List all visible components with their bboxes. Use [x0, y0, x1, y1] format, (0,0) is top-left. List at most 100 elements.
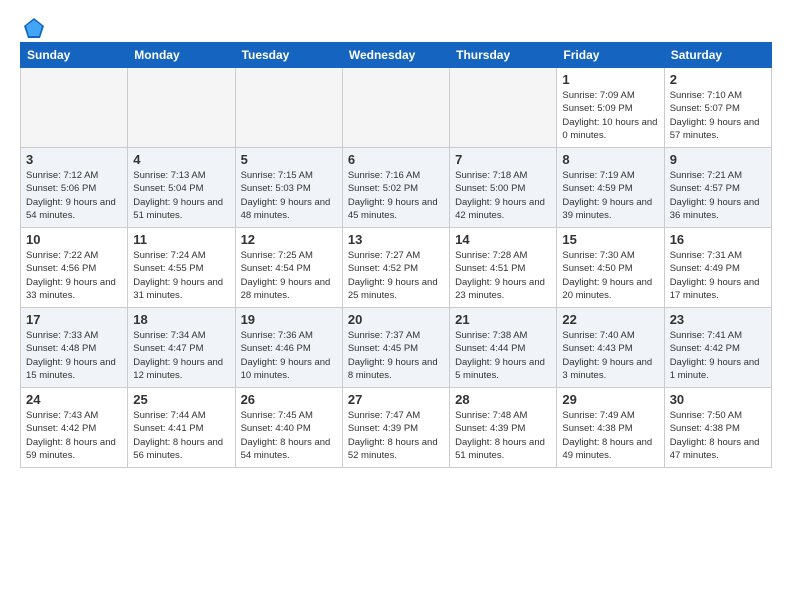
table-row	[342, 68, 449, 148]
cell-day: 5	[241, 152, 337, 167]
table-row: 14 Sunrise: 7:28 AMSunset: 4:51 PMDayligh…	[450, 228, 557, 308]
table-row: 15 Sunrise: 7:30 AMSunset: 4:50 PMDayligh…	[557, 228, 664, 308]
cell-day: 6	[348, 152, 444, 167]
cell-info: Sunrise: 7:28 AMSunset: 4:51 PMDaylight:…	[455, 249, 551, 302]
table-row: 2 Sunrise: 7:10 AMSunset: 5:07 PMDaylight…	[664, 68, 771, 148]
cell-day: 4	[133, 152, 229, 167]
table-row: 25Sunrise: 7:44 AMSunset: 4:41 PMDayligh…	[128, 388, 235, 468]
cell-day: 21	[455, 312, 551, 327]
cell-day: 10	[26, 232, 122, 247]
col-header-tuesday: Tuesday	[235, 43, 342, 68]
cell-day: 26	[241, 392, 337, 407]
week-row-5: 24 Sunrise: 7:43 AMSunset: 4:42 PMDayligh…	[21, 388, 772, 468]
cell-day: 27	[348, 392, 444, 407]
cell-info: Sunrise: 7:12 AMSunset: 5:06 PMDaylight:…	[26, 169, 122, 222]
table-row: 8 Sunrise: 7:19 AMSunset: 4:59 PMDaylight…	[557, 148, 664, 228]
cell-info: Sunrise: 7:30 AMSunset: 4:50 PMDaylight:…	[562, 249, 658, 302]
table-row: 9Sunrise: 7:21 AMSunset: 4:57 PMDaylight…	[664, 148, 771, 228]
cell-info: Sunrise: 7:41 AMSunset: 4:42 PMDaylight:…	[670, 329, 766, 382]
logo	[20, 16, 46, 36]
cell-info: Sunrise: 7:19 AMSunset: 4:59 PMDaylight:…	[562, 169, 658, 222]
cell-info: Sunrise: 7:48 AMSunset: 4:39 PMDaylight:…	[455, 409, 551, 462]
header-row: SundayMondayTuesdayWednesdayThursdayFrid…	[21, 43, 772, 68]
cell-info: Sunrise: 7:37 AMSunset: 4:45 PMDaylight:…	[348, 329, 444, 382]
cell-day: 3	[26, 152, 122, 167]
table-row: 11 Sunrise: 7:24 AMSunset: 4:55 PMDayligh…	[128, 228, 235, 308]
col-header-wednesday: Wednesday	[342, 43, 449, 68]
table-row	[450, 68, 557, 148]
table-row: 3 Sunrise: 7:12 AMSunset: 5:06 PMDaylight…	[21, 148, 128, 228]
cell-info: Sunrise: 7:40 AMSunset: 4:43 PMDaylight:…	[562, 329, 658, 382]
cell-info: Sunrise: 7:27 AMSunset: 4:52 PMDaylight:…	[348, 249, 444, 302]
cell-day: 12	[241, 232, 337, 247]
cell-day: 15	[562, 232, 658, 247]
week-row-2: 3 Sunrise: 7:12 AMSunset: 5:06 PMDaylight…	[21, 148, 772, 228]
cell-info: Sunrise: 7:13 AMSunset: 5:04 PMDaylight:…	[133, 169, 229, 222]
page: SundayMondayTuesdayWednesdayThursdayFrid…	[0, 0, 792, 484]
cell-day: 11	[133, 232, 229, 247]
table-row: 19 Sunrise: 7:36 AMSunset: 4:46 PMDayligh…	[235, 308, 342, 388]
cell-day: 16	[670, 232, 766, 247]
col-header-sunday: Sunday	[21, 43, 128, 68]
cell-day: 29	[562, 392, 658, 407]
cell-day: 20	[348, 312, 444, 327]
cell-info: Sunrise: 7:24 AMSunset: 4:55 PMDaylight:…	[133, 249, 229, 302]
cell-day: 13	[348, 232, 444, 247]
cell-day: 25	[133, 392, 229, 407]
cell-info: Sunrise: 7:16 AMSunset: 5:02 PMDaylight:…	[348, 169, 444, 222]
table-row: 12 Sunrise: 7:25 AMSunset: 4:54 PMDayligh…	[235, 228, 342, 308]
table-row: 18 Sunrise: 7:34 AMSunset: 4:47 PMDayligh…	[128, 308, 235, 388]
table-row: 10 Sunrise: 7:22 AMSunset: 4:56 PMDayligh…	[21, 228, 128, 308]
cell-day: 18	[133, 312, 229, 327]
table-row: 29 Sunrise: 7:49 AMSunset: 4:38 PMDayligh…	[557, 388, 664, 468]
cell-info: Sunrise: 7:47 AMSunset: 4:39 PMDaylight:…	[348, 409, 444, 462]
cell-info: Sunrise: 7:45 AMSunset: 4:40 PMDaylight:…	[241, 409, 337, 462]
table-row	[235, 68, 342, 148]
table-row	[21, 68, 128, 148]
table-row: 7 Sunrise: 7:18 AMSunset: 5:00 PMDaylight…	[450, 148, 557, 228]
cell-day: 24	[26, 392, 122, 407]
table-row: 30 Sunrise: 7:50 AMSunset: 4:38 PMDayligh…	[664, 388, 771, 468]
col-header-saturday: Saturday	[664, 43, 771, 68]
table-row: 17 Sunrise: 7:33 AMSunset: 4:48 PMDayligh…	[21, 308, 128, 388]
cell-info: Sunrise: 7:31 AMSunset: 4:49 PMDaylight:…	[670, 249, 766, 302]
week-row-1: 1 Sunrise: 7:09 AMSunset: 5:09 PMDaylight…	[21, 68, 772, 148]
table-row: 24 Sunrise: 7:43 AMSunset: 4:42 PMDayligh…	[21, 388, 128, 468]
cell-info: Sunrise: 7:50 AMSunset: 4:38 PMDaylight:…	[670, 409, 766, 462]
cell-day: 2	[670, 72, 766, 87]
cell-info: Sunrise: 7:33 AMSunset: 4:48 PMDaylight:…	[26, 329, 122, 382]
cell-info: Sunrise: 7:25 AMSunset: 4:54 PMDaylight:…	[241, 249, 337, 302]
cell-day: 22	[562, 312, 658, 327]
table-row: 26 Sunrise: 7:45 AMSunset: 4:40 PMDayligh…	[235, 388, 342, 468]
cell-day: 8	[562, 152, 658, 167]
header	[20, 16, 772, 36]
cell-day: 30	[670, 392, 766, 407]
cell-day: 23	[670, 312, 766, 327]
cell-day: 19	[241, 312, 337, 327]
cell-day: 7	[455, 152, 551, 167]
cell-info: Sunrise: 7:22 AMSunset: 4:56 PMDaylight:…	[26, 249, 122, 302]
cell-info: Sunrise: 7:38 AMSunset: 4:44 PMDaylight:…	[455, 329, 551, 382]
cell-info: Sunrise: 7:09 AMSunset: 5:09 PMDaylight:…	[562, 89, 658, 142]
cell-day: 14	[455, 232, 551, 247]
table-row: 23 Sunrise: 7:41 AMSunset: 4:42 PMDayligh…	[664, 308, 771, 388]
table-row: 13 Sunrise: 7:27 AMSunset: 4:52 PMDayligh…	[342, 228, 449, 308]
cell-info: Sunrise: 7:49 AMSunset: 4:38 PMDaylight:…	[562, 409, 658, 462]
week-row-4: 17 Sunrise: 7:33 AMSunset: 4:48 PMDayligh…	[21, 308, 772, 388]
calendar-table: SundayMondayTuesdayWednesdayThursdayFrid…	[20, 42, 772, 468]
cell-info: Sunrise: 7:10 AMSunset: 5:07 PMDaylight:…	[670, 89, 766, 142]
col-header-friday: Friday	[557, 43, 664, 68]
table-row: 5Sunrise: 7:15 AMSunset: 5:03 PMDaylight…	[235, 148, 342, 228]
col-header-monday: Monday	[128, 43, 235, 68]
cell-info: Sunrise: 7:21 AMSunset: 4:57 PMDaylight:…	[670, 169, 766, 222]
cell-info: Sunrise: 7:34 AMSunset: 4:47 PMDaylight:…	[133, 329, 229, 382]
table-row: 27 Sunrise: 7:47 AMSunset: 4:39 PMDayligh…	[342, 388, 449, 468]
cell-day: 17	[26, 312, 122, 327]
table-row	[128, 68, 235, 148]
cell-info: Sunrise: 7:43 AMSunset: 4:42 PMDaylight:…	[26, 409, 122, 462]
cell-info: Sunrise: 7:36 AMSunset: 4:46 PMDaylight:…	[241, 329, 337, 382]
cell-day: 1	[562, 72, 658, 87]
table-row: 6 Sunrise: 7:16 AMSunset: 5:02 PMDaylight…	[342, 148, 449, 228]
table-row: 4 Sunrise: 7:13 AMSunset: 5:04 PMDaylight…	[128, 148, 235, 228]
cell-info: Sunrise: 7:18 AMSunset: 5:00 PMDaylight:…	[455, 169, 551, 222]
